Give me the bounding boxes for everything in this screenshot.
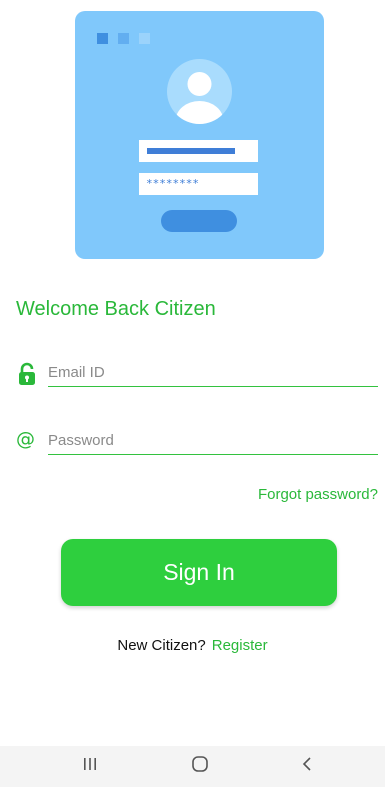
password-row: @: [16, 426, 378, 456]
recent-apps-icon: [82, 757, 98, 776]
illustration-password-field: ********: [139, 173, 258, 195]
home-button[interactable]: [170, 746, 230, 787]
new-user-prompt: New Citizen?: [117, 637, 206, 654]
register-prompt: New Citizen? Register: [0, 637, 385, 654]
illustration-username-field: [139, 140, 258, 162]
login-illustration: ********: [75, 11, 324, 259]
system-navigation-bar: [0, 746, 385, 787]
recent-apps-button[interactable]: [60, 746, 120, 787]
password-field[interactable]: [48, 426, 378, 455]
register-link[interactable]: Register: [212, 637, 268, 654]
back-button[interactable]: [278, 746, 338, 787]
back-icon: [301, 756, 315, 777]
home-icon: [191, 755, 209, 778]
forgot-password-link[interactable]: Forgot password?: [258, 486, 378, 503]
at-sign-icon: @: [16, 428, 35, 450]
sign-in-button[interactable]: Sign In: [61, 539, 337, 606]
illustration-dot: [97, 33, 108, 44]
email-row: [16, 358, 378, 388]
email-field[interactable]: [48, 358, 378, 387]
illustration-dot: [139, 33, 150, 44]
illustration-button: [161, 210, 237, 232]
avatar-icon: [167, 59, 232, 124]
illustration-dot: [118, 33, 129, 44]
page-title: Welcome Back Citizen: [16, 298, 216, 320]
lock-icon: [16, 362, 38, 386]
